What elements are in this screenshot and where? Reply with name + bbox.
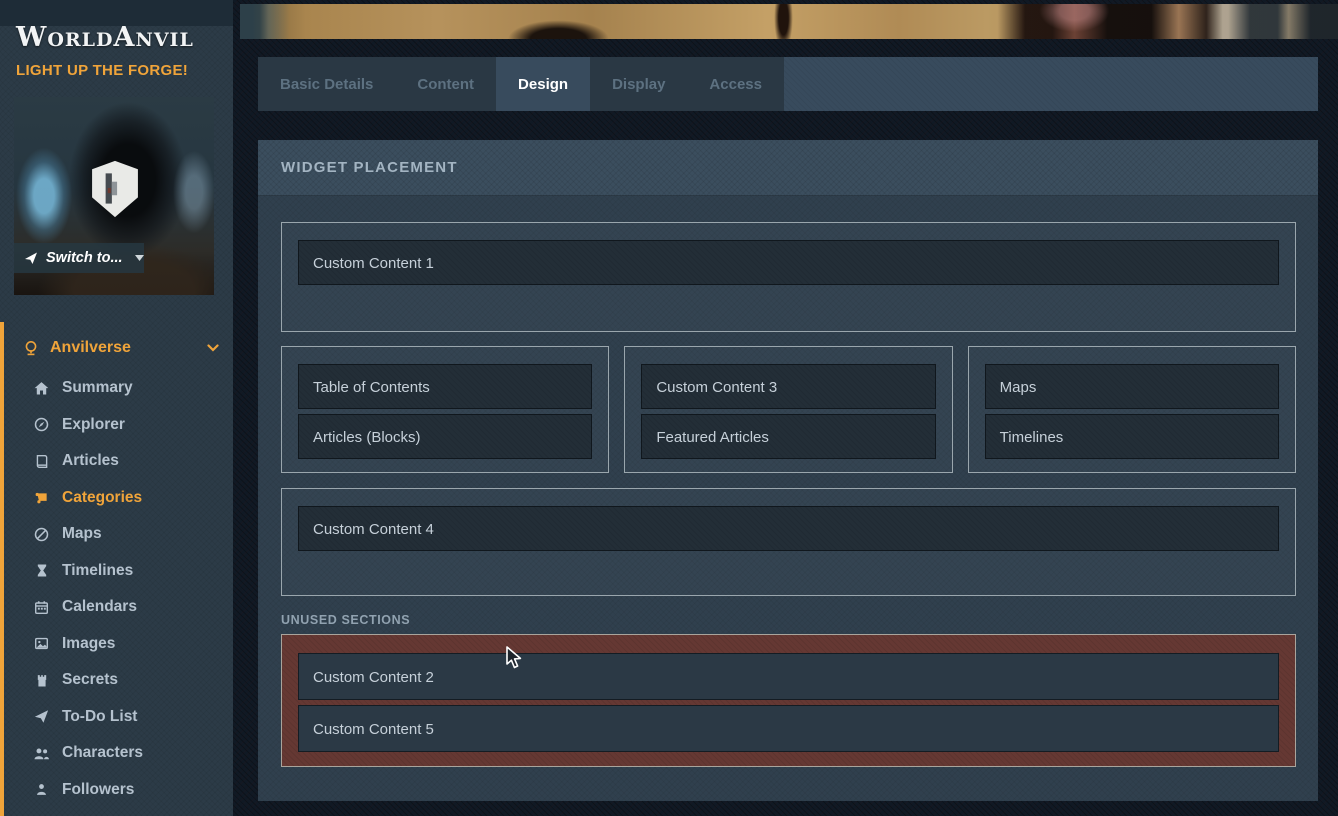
worldanvil-logo: WorldAnvil: [16, 22, 194, 53]
sidebar-item-summary[interactable]: Summary: [4, 370, 233, 407]
map-icon: [33, 527, 50, 542]
unused-sections-label: UNUSED SECTIONS: [281, 613, 1296, 627]
unused-sections-dropzone[interactable]: Custom Content 2 Custom Content 5: [281, 634, 1296, 767]
image-icon: [33, 636, 50, 651]
hourglass-icon: [33, 563, 50, 578]
chevron-down-icon: [207, 344, 219, 352]
compass-icon: [33, 417, 50, 432]
tab-content[interactable]: Content: [395, 57, 496, 111]
world-cover-image: Switch to...: [14, 97, 214, 295]
sidebar-item-followers[interactable]: Followers: [4, 772, 233, 809]
sidebar-item-todo-list[interactable]: To-Do List: [4, 699, 233, 736]
tower-icon: [33, 673, 50, 688]
sidebar-item-label: Articles: [62, 452, 119, 470]
widget-timelines[interactable]: Timelines: [985, 414, 1279, 459]
switch-world-button[interactable]: Switch to...: [14, 243, 144, 273]
widget-custom-content-5[interactable]: Custom Content 5: [298, 705, 1279, 752]
users-icon: [33, 746, 50, 761]
tabs-strip: Basic Details Content Design Display Acc…: [258, 57, 784, 111]
sidebar-item-label: Summary: [62, 379, 133, 397]
dropzone-column-left[interactable]: Table of Contents Articles (Blocks): [281, 346, 609, 473]
sidebar-item-anvilverse[interactable]: Anvilverse: [4, 326, 233, 370]
widget-custom-content-2[interactable]: Custom Content 2: [298, 653, 1279, 700]
world-cover-banner: [240, 4, 1338, 39]
sidebar-item-categories[interactable]: Categories: [4, 480, 233, 517]
panel-body: Custom Content 1 Table of Contents Artic…: [258, 196, 1318, 767]
sidebar-item-calendars[interactable]: Calendars: [4, 589, 233, 626]
dropzone-column-center[interactable]: Custom Content 3 Featured Articles: [624, 346, 952, 473]
forge-tagline: LIGHT UP THE FORGE!: [16, 62, 188, 79]
paper-plane-icon: [33, 709, 50, 724]
sidebar: WorldAnvil LIGHT UP THE FORGE! Switch to…: [0, 0, 233, 816]
calendar-icon: [33, 600, 50, 615]
widget-featured-articles[interactable]: Featured Articles: [641, 414, 935, 459]
sidebar-item-explorer[interactable]: Explorer: [4, 407, 233, 444]
editor-tabbar: Basic Details Content Design Display Acc…: [258, 57, 1318, 111]
widget-table-of-contents[interactable]: Table of Contents: [298, 364, 592, 409]
sidebar-item-label: Anvilverse: [50, 339, 131, 357]
switch-world-label: Switch to...: [46, 250, 123, 266]
widget-maps[interactable]: Maps: [985, 364, 1279, 409]
widget-placement-panel: WIDGET PLACEMENT Custom Content 1 Table …: [258, 140, 1318, 801]
scroll-icon: [33, 490, 50, 505]
sidebar-item-timelines[interactable]: Timelines: [4, 553, 233, 590]
tab-access[interactable]: Access: [687, 57, 784, 111]
sidebar-nav: Anvilverse Summary Explorer: [0, 322, 233, 816]
sidebar-item-images[interactable]: Images: [4, 626, 233, 663]
dropzone-row-top[interactable]: Custom Content 1: [281, 222, 1296, 332]
dropzone-column-right[interactable]: Maps Timelines: [968, 346, 1296, 473]
caret-down-icon: [135, 255, 144, 261]
sidebar-item-label: Secrets: [62, 671, 118, 689]
sidebar-item-maps[interactable]: Maps: [4, 516, 233, 553]
sidebar-item-label: Images: [62, 635, 115, 653]
sidebar-item-label: To-Do List: [62, 708, 137, 726]
app-screen: WorldAnvil LIGHT UP THE FORGE! Switch to…: [0, 0, 1338, 816]
widget-custom-content-4[interactable]: Custom Content 4: [298, 506, 1279, 551]
shield-emblem-icon: [90, 159, 140, 219]
panel-title: WIDGET PLACEMENT: [258, 140, 1318, 196]
sidebar-item-characters[interactable]: Characters: [4, 735, 233, 772]
sidebar-item-label: Followers: [62, 781, 134, 799]
tab-design[interactable]: Design: [496, 57, 590, 111]
sidebar-item-secrets[interactable]: Secrets: [4, 662, 233, 699]
sidebar-item-articles[interactable]: Articles: [4, 443, 233, 480]
book-icon: [33, 454, 50, 469]
tab-display[interactable]: Display: [590, 57, 687, 111]
dropzone-columns-row: Table of Contents Articles (Blocks) Cust…: [281, 346, 1296, 473]
sidebar-item-label: Categories: [62, 489, 142, 507]
globe-icon: [22, 340, 39, 356]
tab-basic-details[interactable]: Basic Details: [258, 57, 395, 111]
dropzone-row-bottom[interactable]: Custom Content 4: [281, 488, 1296, 596]
sidebar-item-label: Characters: [62, 744, 143, 762]
sidebar-item-label: Maps: [62, 525, 102, 543]
widget-articles-blocks[interactable]: Articles (Blocks): [298, 414, 592, 459]
sidebar-item-label: Calendars: [62, 598, 137, 616]
person-icon: [33, 782, 50, 797]
widget-custom-content-1[interactable]: Custom Content 1: [298, 240, 1279, 285]
widget-custom-content-3[interactable]: Custom Content 3: [641, 364, 935, 409]
sidebar-item-label: Timelines: [62, 562, 133, 580]
sidebar-item-label: Explorer: [62, 416, 125, 434]
home-icon: [33, 381, 50, 396]
navigation-arrow-icon: [24, 251, 38, 265]
